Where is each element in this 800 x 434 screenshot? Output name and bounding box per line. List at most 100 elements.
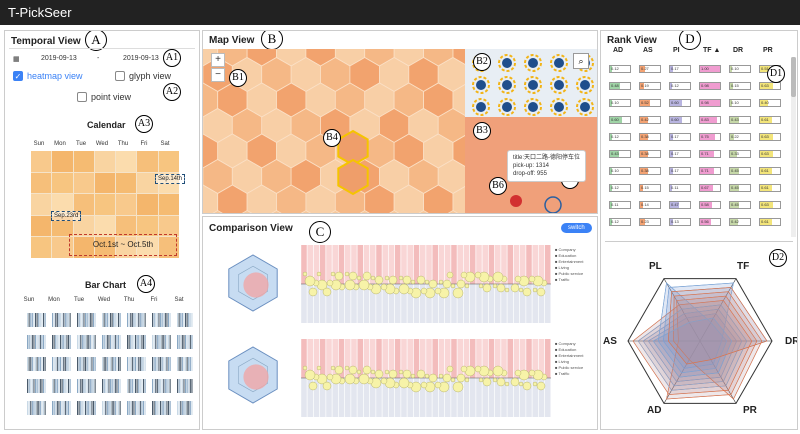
rank-cell[interactable]: 0.71 [699,150,721,158]
rank-cell[interactable]: 0.15 [639,184,661,192]
bar-chart[interactable] [13,311,193,421]
rank-cell[interactable]: 0.61 [759,116,781,124]
rank-cell[interactable]: 0.52 [639,99,661,107]
rank-cell[interactable]: 0.40 [759,99,781,107]
rank-cell[interactable]: 0.71 [699,167,721,175]
rank-cell[interactable]: 0.11 [669,184,691,192]
point-view-label[interactable]: point view [91,92,131,102]
calendar-cell[interactable] [31,215,52,237]
rank-cell[interactable]: 0.43 [609,150,631,158]
rank-cell[interactable]: 0.42 [639,116,661,124]
rank-cell[interactable]: 0.10 [729,99,751,107]
rank-cell[interactable]: 0.12 [609,65,631,73]
rank-cell[interactable]: 0.67 [699,184,721,192]
rank-cell[interactable]: 0.12 [669,82,691,90]
calendar-cell[interactable] [73,151,94,172]
start-date-input[interactable]: 2019-09-13 [41,55,77,62]
switch-button[interactable]: switch [561,223,592,233]
calendar-cell[interactable] [31,151,52,172]
rank-cell[interactable]: 0.17 [669,65,691,73]
rank-cell[interactable]: 0.38 [639,133,661,141]
rank-cell[interactable]: 0.12 [609,184,631,192]
rank-cell[interactable]: 0.63 [759,133,781,141]
rank-cell[interactable]: 0.42 [729,218,751,226]
magnifier-icon[interactable]: ⌕ [573,53,589,69]
rank-cell[interactable]: 0.17 [669,150,691,158]
rank-cell[interactable]: 0.38 [639,167,661,175]
rank-cell[interactable]: 1.00 [699,65,721,73]
rank-cell[interactable]: 0.10 [729,65,751,73]
rank-cell[interactable]: 0.10 [609,167,631,175]
rank-cell[interactable]: 0.11 [609,201,631,209]
rank-cell[interactable]: 0.19 [639,82,661,90]
rank-cell[interactable]: 0.17 [669,167,691,175]
rank-cell[interactable]: 0.27 [639,65,661,73]
rank-cell[interactable]: 0.45 [729,201,751,209]
heatmap-view-checkbox[interactable]: ✓ [13,71,23,81]
calendar-cell[interactable] [31,237,52,258]
calendar-cell[interactable] [52,172,73,194]
rank-cell[interactable]: 0.83 [699,116,721,124]
rank-cell[interactable]: 0.48 [609,82,631,90]
calendar-cell[interactable] [94,172,116,194]
rank-header-cell[interactable]: AD [613,47,623,54]
rank-cell[interactable]: 0.38 [639,150,661,158]
rank-header-cell[interactable]: PR [763,47,773,54]
rank-header-cell[interactable]: DR [733,47,743,54]
radar-chart[interactable] [601,245,798,425]
rank-cell[interactable]: 0.75 [699,133,721,141]
rank-cell[interactable]: 0.45 [729,184,751,192]
rank-cell[interactable]: 0.61 [759,218,781,226]
calendar-cell[interactable] [158,151,179,172]
rank-cell[interactable]: 0.33 [729,150,751,158]
rank-header-cell[interactable]: TF ▲ [703,47,720,54]
rank-cell[interactable]: 0.13 [669,218,691,226]
calendar-cell[interactable] [94,151,116,172]
rank-cell[interactable]: 0.63 [759,201,781,209]
rank-cell[interactable]: 0.12 [609,218,631,226]
calendar-cell[interactable] [73,172,94,194]
rank-cell[interactable]: 0.60 [669,99,691,107]
rank-header-cell[interactable]: PI [673,47,680,54]
rank-scrollbar[interactable] [791,57,796,237]
calendar-cell[interactable] [116,194,137,215]
rank-cell[interactable]: 0.14 [639,201,661,209]
rank-cell[interactable]: 0.22 [729,133,751,141]
point-view-checkbox[interactable] [77,92,87,102]
end-date-input[interactable]: 2019-09-13 [123,55,159,62]
rank-cell[interactable]: 0.60 [609,116,631,124]
rank-cell[interactable]: 0.61 [759,167,781,175]
calendar-cell[interactable] [94,194,116,215]
rank-cell[interactable]: 0.56 [699,218,721,226]
rank-cell[interactable]: 0.63 [759,150,781,158]
rank-cell[interactable]: 0.12 [609,133,631,141]
glyph-view-label[interactable]: glyph view [129,71,171,81]
rank-cell[interactable]: 0.98 [699,99,721,107]
heatmap-view-label[interactable]: heatmap view [27,71,83,81]
comparison-canvas[interactable] [203,239,598,429]
rank-cell[interactable]: 0.23 [639,218,661,226]
rank-cell[interactable]: 0.45 [729,167,751,175]
calendar-cell[interactable] [31,172,52,194]
calendar-cell[interactable] [116,172,137,194]
calendar-cell[interactable] [137,194,158,215]
calendar-cell[interactable] [137,151,158,172]
rank-cell[interactable]: 0.60 [669,116,691,124]
zoom-in-button[interactable]: + [211,53,225,67]
rank-cell[interactable]: 0.43 [729,116,751,124]
glyph-view-checkbox[interactable] [115,71,125,81]
rank-cell[interactable]: 0.98 [699,82,721,90]
rank-cell[interactable]: 0.10 [609,99,631,107]
rank-cell[interactable]: 0.47 [669,201,691,209]
calendar-cell[interactable] [31,194,52,215]
calendar-cell[interactable] [158,194,179,215]
calendar-cell[interactable] [52,151,73,172]
map-canvas[interactable] [203,49,598,214]
rank-cell[interactable]: 0.58 [699,201,721,209]
rank-header-cell[interactable]: AS [643,47,653,54]
rank-cell[interactable]: 0.61 [759,184,781,192]
rank-cell[interactable]: 0.63 [759,82,781,90]
rank-cell[interactable]: 0.15 [729,82,751,90]
calendar-cell[interactable] [116,151,137,172]
rank-cell[interactable]: 0.17 [669,133,691,141]
